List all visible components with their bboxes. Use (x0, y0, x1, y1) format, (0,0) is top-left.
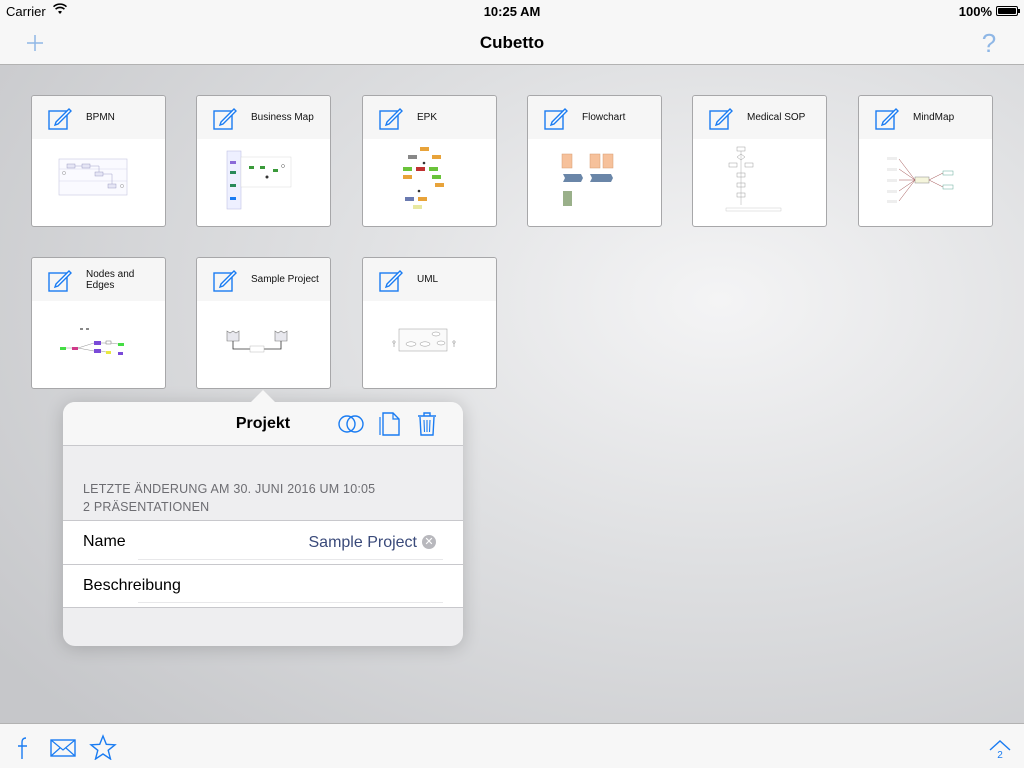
clock: 10:25 AM (483, 4, 541, 19)
project-tile-business-map[interactable]: Business Map (196, 95, 331, 227)
diagram-thumbnail (58, 158, 128, 196)
project-tile-flowchart[interactable]: Flowchart (527, 95, 662, 227)
edit-icon[interactable] (544, 106, 568, 130)
bottom-toolbar: 2 (0, 723, 1024, 768)
battery-icon (996, 6, 1020, 16)
up-count: 2 (997, 750, 1003, 761)
project-tile-medical-sop[interactable]: Medical SOP (692, 95, 827, 227)
presentations-count: 2 PRÄSENTATIONEN (83, 500, 210, 514)
project-tile-sample-project[interactable]: Sample Project (196, 257, 331, 389)
project-form: Name ✕ Beschreibung (63, 520, 463, 608)
project-name: Sample Project (251, 274, 319, 285)
diagram-thumbnail (403, 147, 444, 209)
page-title: Cubetto (479, 33, 545, 52)
description-field[interactable] (203, 575, 443, 599)
project-name: MindMap (913, 112, 955, 123)
name-label: Name (83, 533, 126, 550)
trash-icon[interactable] (413, 412, 441, 436)
diagram-thumbnail (725, 146, 782, 212)
project-name: Nodes and Edges (86, 268, 135, 291)
question-mark-icon[interactable]: ? (978, 28, 1000, 58)
edit-icon[interactable] (48, 106, 72, 130)
edit-icon[interactable] (213, 106, 237, 130)
navigation-bar: Cubetto ? (0, 22, 1024, 65)
popover-header: Projekt (63, 402, 463, 446)
venn-circles-icon[interactable] (337, 412, 365, 436)
clear-icon[interactable]: ✕ (422, 535, 436, 549)
edit-icon[interactable] (379, 268, 403, 292)
up-arrow-button[interactable]: 2 (988, 738, 1012, 764)
project-popover: Projekt LETZTE ÄNDERUNG AM 30. JUNI 2016… (63, 390, 463, 646)
project-tile-bpmn[interactable]: BPMN (31, 95, 166, 227)
diagram-thumbnail (887, 157, 954, 203)
facebook-icon[interactable] (16, 736, 30, 760)
mail-icon[interactable] (50, 738, 76, 758)
popover-arrow (251, 390, 275, 402)
project-name: BPMN (86, 112, 115, 123)
project-tile-epk[interactable]: EPK (362, 95, 497, 227)
diagram-thumbnail (226, 330, 288, 353)
project-name: UML (417, 274, 439, 285)
description-row: Beschreibung (63, 564, 463, 607)
diagram-thumbnail (60, 328, 124, 355)
diagram-thumbnail (561, 153, 614, 206)
description-label: Beschreibung (83, 577, 181, 594)
project-name: Medical SOP (747, 112, 806, 123)
status-bar: Carrier 10:25 AM 100% (0, 0, 1024, 22)
project-name: EPK (417, 112, 438, 123)
project-tile-mindmap[interactable]: MindMap (858, 95, 993, 227)
star-icon[interactable] (89, 734, 117, 760)
edit-icon[interactable] (709, 106, 733, 130)
name-row: Name ✕ (63, 521, 463, 564)
project-name: Business Map (251, 112, 314, 123)
project-tile-nodes-and-edges[interactable]: Nodes and Edges (31, 257, 166, 389)
edit-icon[interactable] (875, 106, 899, 130)
document-icon[interactable] (377, 412, 405, 436)
edit-icon[interactable] (213, 268, 237, 292)
diagram-thumbnail (392, 328, 456, 352)
diagram-thumbnail (226, 150, 292, 210)
edit-icon[interactable] (48, 268, 72, 292)
battery-percentage: 100% (958, 4, 992, 19)
project-tile-uml[interactable]: UML (362, 257, 497, 389)
project-name: Flowchart (582, 112, 626, 123)
last-modified-label: LETZTE ÄNDERUNG AM 30. JUNI 2016 UM 10:0… (83, 482, 376, 496)
name-field[interactable] (138, 531, 417, 555)
project-meta: LETZTE ÄNDERUNG AM 30. JUNI 2016 UM 10:0… (83, 480, 375, 516)
edit-icon[interactable] (379, 106, 403, 130)
